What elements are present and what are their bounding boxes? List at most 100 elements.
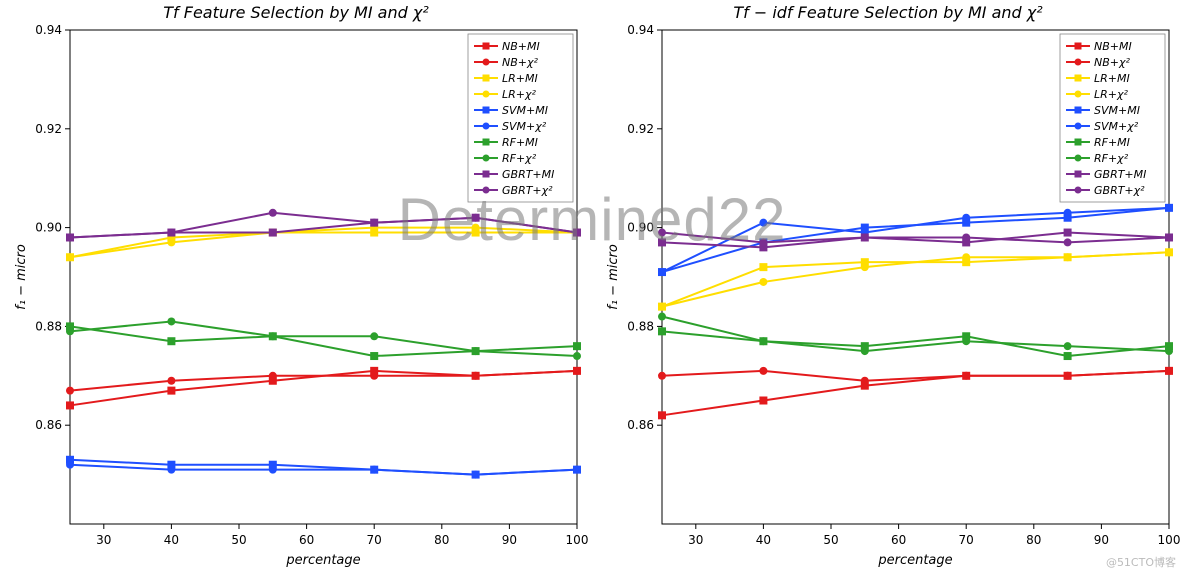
y-axis-label: f₁ − micro <box>14 244 29 310</box>
legend-marker-square-icon <box>1075 171 1082 178</box>
marker-circle-icon <box>1064 372 1072 380</box>
marker-circle-icon <box>167 238 175 246</box>
series-line <box>662 252 1169 306</box>
legend-label: RF+χ² <box>1094 152 1129 165</box>
legend-marker-circle-icon <box>1075 59 1082 66</box>
chart-title: Tf − idf Feature Selection by MI and χ² <box>733 3 1043 22</box>
chart-panel-right: Tf − idf Feature Selection by MI and χ² 3… <box>592 0 1184 574</box>
legend-label: RF+MI <box>502 136 538 149</box>
x-tick-label: 50 <box>231 533 246 547</box>
legend-label: NB+MI <box>1094 40 1132 53</box>
y-tick-label: 0.92 <box>627 122 654 136</box>
legend-label: LR+MI <box>502 72 538 85</box>
legend-marker-circle-icon <box>483 187 490 194</box>
legend-label: LR+MI <box>1094 72 1130 85</box>
x-tick-label: 50 <box>823 533 838 547</box>
x-axis-label: percentage <box>285 553 360 568</box>
marker-circle-icon <box>472 214 480 222</box>
x-tick-label: 100 <box>566 533 589 547</box>
marker-circle-icon <box>759 238 767 246</box>
legend-marker-square-icon <box>483 75 490 82</box>
marker-circle-icon <box>1064 253 1072 261</box>
legend-label: RF+χ² <box>502 152 537 165</box>
marker-circle-icon <box>962 372 970 380</box>
marker-circle-icon <box>66 387 74 395</box>
x-tick-label: 80 <box>434 533 449 547</box>
marker-square-icon <box>167 337 175 345</box>
x-tick-label: 90 <box>1094 533 1109 547</box>
marker-circle-icon <box>370 372 378 380</box>
marker-circle-icon <box>269 332 277 340</box>
x-tick-label: 40 <box>756 533 771 547</box>
x-tick-label: 60 <box>299 533 314 547</box>
marker-circle-icon <box>269 209 277 217</box>
marker-circle-icon <box>167 466 175 474</box>
legend-marker-circle-icon <box>1075 123 1082 130</box>
series-line <box>662 371 1169 381</box>
marker-square-icon <box>167 387 175 395</box>
series-line <box>662 252 1169 306</box>
marker-circle-icon <box>370 466 378 474</box>
marker-circle-icon <box>658 303 666 311</box>
marker-square-icon <box>759 397 767 405</box>
legend-label: GBRT+χ² <box>502 184 553 197</box>
chart-panel-left: Tf Feature Selection by MI and χ²3040506… <box>0 0 592 574</box>
marker-circle-icon <box>66 233 74 241</box>
x-tick-label: 40 <box>164 533 179 547</box>
marker-circle-icon <box>1064 209 1072 217</box>
marker-circle-icon <box>861 347 869 355</box>
marker-square-icon <box>658 327 666 335</box>
legend-marker-square-icon <box>1075 75 1082 82</box>
y-tick-label: 0.94 <box>627 23 654 37</box>
marker-circle-icon <box>269 372 277 380</box>
marker-circle-icon <box>167 317 175 325</box>
legend-label: SVM+χ² <box>502 120 547 133</box>
marker-circle-icon <box>370 332 378 340</box>
marker-square-icon <box>1064 352 1072 360</box>
marker-circle-icon <box>658 372 666 380</box>
y-tick-label: 0.94 <box>35 23 62 37</box>
marker-circle-icon <box>658 268 666 276</box>
marker-circle-icon <box>658 313 666 321</box>
marker-circle-icon <box>759 278 767 286</box>
marker-circle-icon <box>472 224 480 232</box>
legend-label: NB+χ² <box>1094 56 1131 69</box>
legend-marker-circle-icon <box>483 59 490 66</box>
marker-circle-icon <box>1165 367 1173 375</box>
marker-circle-icon <box>66 253 74 261</box>
marker-circle-icon <box>759 367 767 375</box>
y-tick-label: 0.88 <box>35 319 62 333</box>
marker-square-icon <box>573 342 581 350</box>
marker-circle-icon <box>167 377 175 385</box>
legend-marker-square-icon <box>483 107 490 114</box>
legend-label: NB+MI <box>502 40 540 53</box>
marker-circle-icon <box>1165 204 1173 212</box>
legend-label: GBRT+MI <box>502 168 554 181</box>
marker-circle-icon <box>472 471 480 479</box>
legend-label: SVM+χ² <box>1094 120 1139 133</box>
x-tick-label: 80 <box>1026 533 1041 547</box>
legend-label: SVM+MI <box>502 104 548 117</box>
x-tick-label: 30 <box>96 533 111 547</box>
marker-circle-icon <box>573 367 581 375</box>
marker-circle-icon <box>1064 238 1072 246</box>
legend-label: LR+χ² <box>1094 88 1128 101</box>
x-tick-label: 30 <box>688 533 703 547</box>
marker-circle-icon <box>167 229 175 237</box>
y-tick-label: 0.90 <box>35 221 62 235</box>
marker-circle-icon <box>962 214 970 222</box>
legend-marker-circle-icon <box>1075 187 1082 194</box>
y-tick-label: 0.90 <box>627 221 654 235</box>
marker-square-icon <box>759 263 767 271</box>
marker-circle-icon <box>269 466 277 474</box>
marker-circle-icon <box>1165 248 1173 256</box>
marker-circle-icon <box>861 263 869 271</box>
series-line <box>70 233 577 258</box>
marker-circle-icon <box>1165 347 1173 355</box>
figure-row: Tf Feature Selection by MI and χ²3040506… <box>0 0 1184 574</box>
x-tick-label: 70 <box>959 533 974 547</box>
series-line <box>662 317 1169 352</box>
marker-circle-icon <box>759 219 767 227</box>
legend-label: GBRT+χ² <box>1094 184 1145 197</box>
y-axis-label: f₁ − micro <box>606 244 621 310</box>
